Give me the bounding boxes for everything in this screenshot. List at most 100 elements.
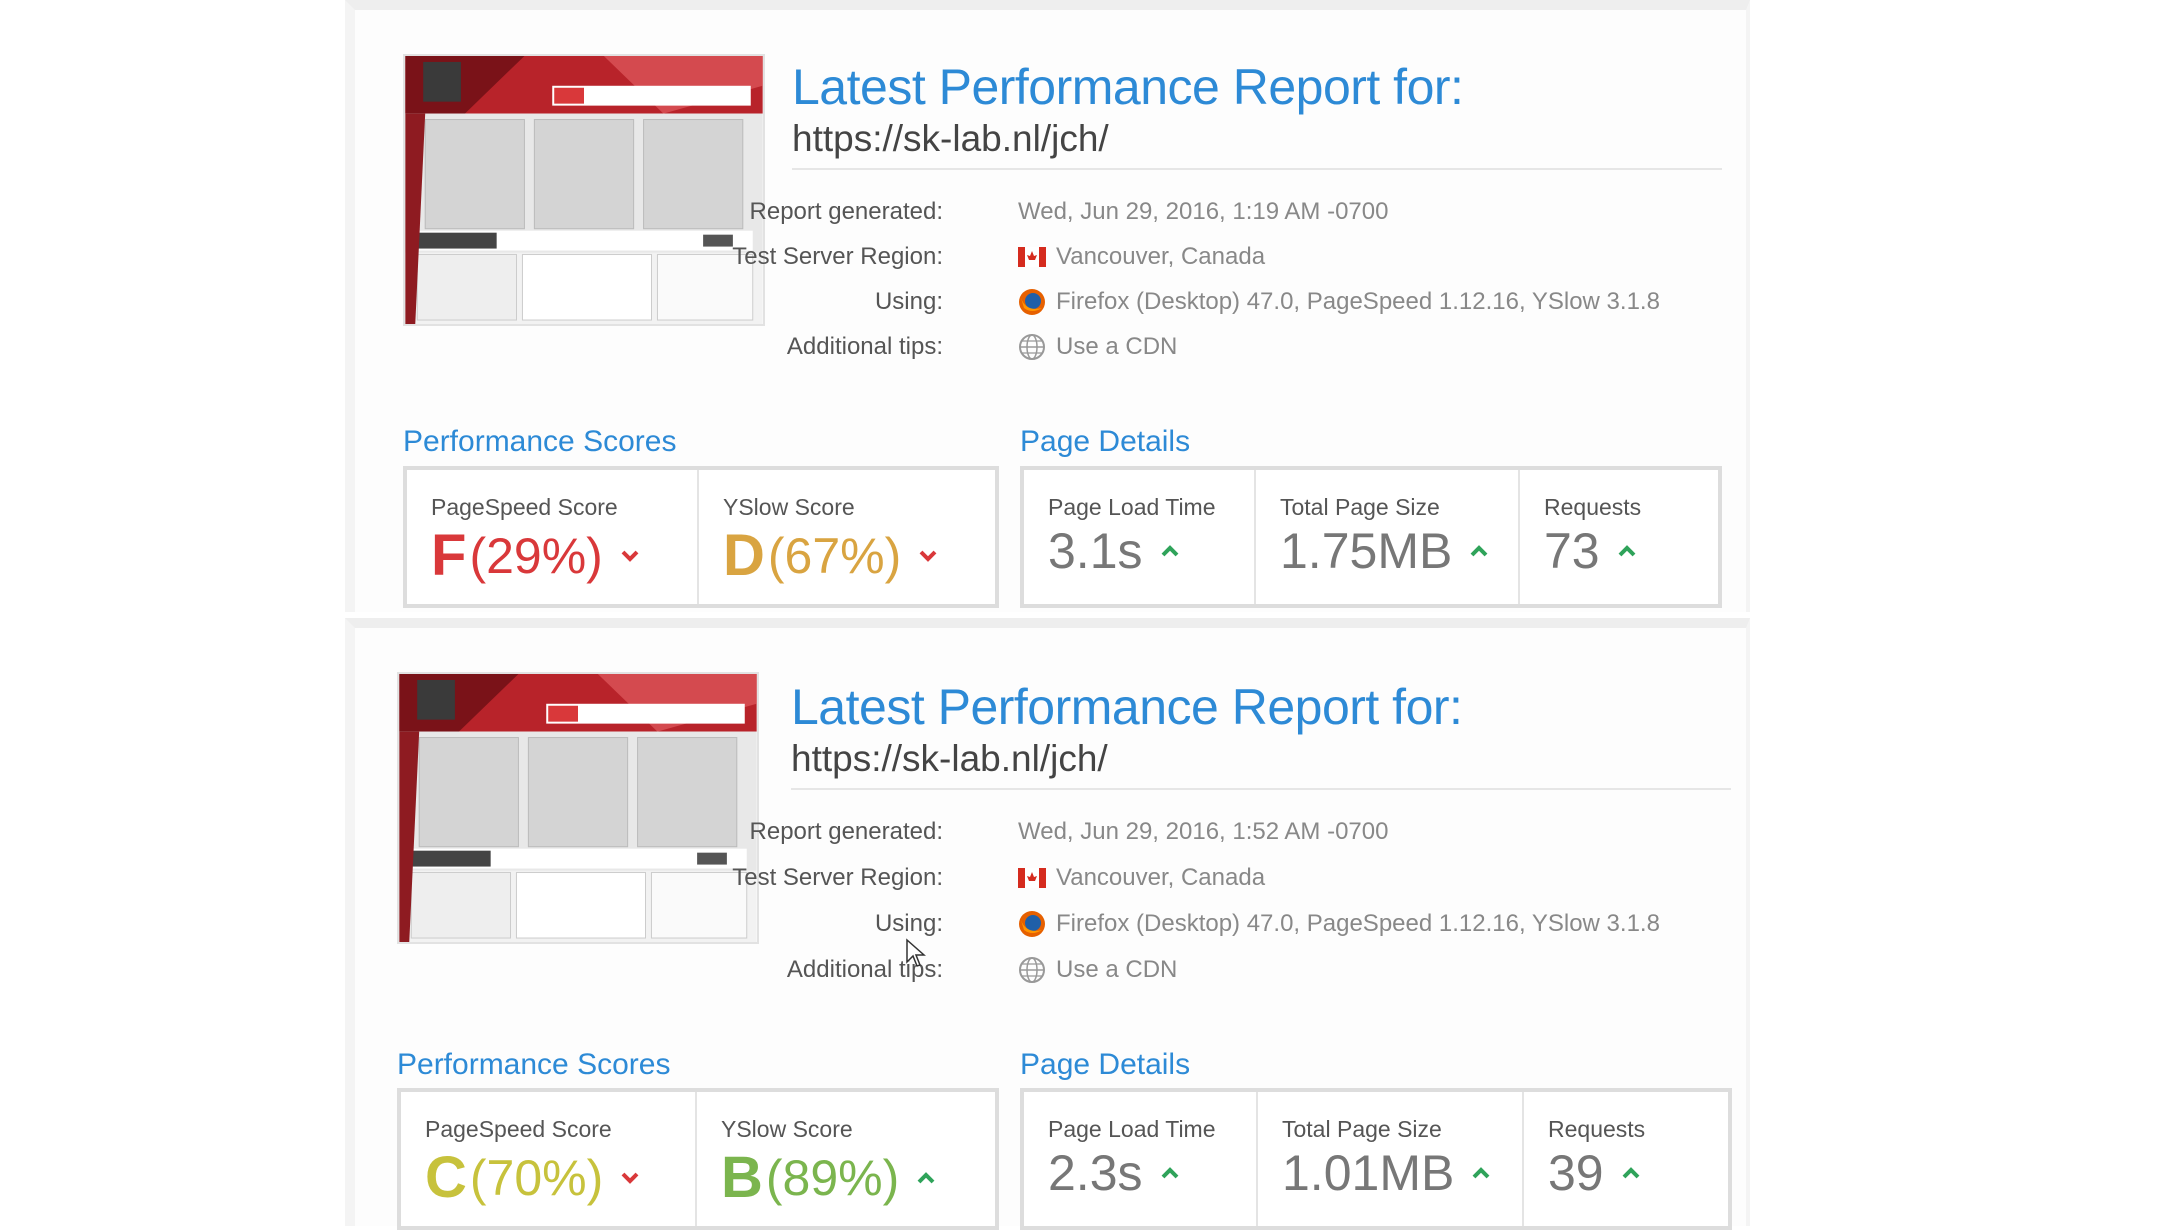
report-generated-label: Report generated: <box>749 198 943 225</box>
region-value: Vancouver, Canada <box>1018 243 1265 271</box>
page-load-time-label: Page Load Time <box>1048 1116 1216 1142</box>
page-load-time-cell[interactable]: Page Load Time 3.1s <box>1024 470 1256 604</box>
mouse-cursor-icon <box>906 938 926 967</box>
using-row: Using: Firefox (Desktop) 47.0, PageSpeed… <box>355 288 1660 328</box>
using-label: Using: <box>874 910 943 937</box>
page-load-time-cell[interactable]: Page Load Time 2.3s <box>1024 1092 1258 1226</box>
report-generated-row: Report generated: Wed, Jun 29, 2016, 1:1… <box>355 198 1655 238</box>
total-page-size: 1.75MB <box>1280 523 1453 579</box>
total-page-size: 1.01MB <box>1282 1145 1455 1201</box>
trend-up-icon <box>1472 1167 1490 1179</box>
pagespeed-score-cell[interactable]: PageSpeed Score F (29%) <box>407 470 699 604</box>
region-row: Test Server Region: Vancouver, Canada <box>355 864 1655 904</box>
divider <box>791 788 1731 790</box>
report-panel-1: Latest Performance Report for: https://s… <box>345 0 1750 612</box>
globe-icon <box>1019 334 1045 360</box>
requests-label: Requests <box>1548 1116 1646 1142</box>
total-page-size-label: Total Page Size <box>1282 1116 1442 1142</box>
requests-count: 39 <box>1548 1145 1604 1201</box>
pagespeed-grade: C <box>425 1145 467 1210</box>
pagespeed-percent: (29%) <box>469 527 603 584</box>
tips-value[interactable]: Use a CDN <box>1018 956 1177 984</box>
performance-scores-title: Performance Scores <box>397 1048 671 1081</box>
tips-text[interactable]: Use a CDN <box>1056 956 1177 984</box>
tips-value[interactable]: Use a CDN <box>1018 333 1177 361</box>
requests-cell[interactable]: Requests 73 <box>1520 470 1718 604</box>
total-page-size-cell[interactable]: Total Page Size 1.75MB <box>1256 470 1520 604</box>
region-label: Test Server Region: <box>732 243 943 270</box>
page-details-title: Page Details <box>1020 425 1191 458</box>
total-page-size-label: Total Page Size <box>1280 494 1440 520</box>
total-page-size-value: 1.75MB <box>1280 522 1492 580</box>
report-generated-label: Report generated: <box>749 818 943 845</box>
pagespeed-grade: F <box>431 523 466 588</box>
page-load-time-label: Page Load Time <box>1048 494 1216 520</box>
using-row: Using: Firefox (Desktop) 47.0, PageSpeed… <box>355 910 1660 950</box>
trend-up-icon <box>1161 545 1178 557</box>
performance-scores-box: PageSpeed Score C (70%) YSlow Score B (8… <box>397 1088 999 1230</box>
pagespeed-percent: (70%) <box>469 1149 604 1206</box>
page-load-time: 2.3s <box>1048 1145 1143 1201</box>
site-screenshot-image <box>405 56 763 324</box>
yslow-score-value: D (67%) <box>723 522 941 589</box>
pagespeed-score-value: C (70%) <box>425 1144 643 1211</box>
trend-up-icon <box>1622 1167 1640 1179</box>
region-label: Test Server Region: <box>732 864 943 891</box>
performance-scores-box: PageSpeed Score F (29%) YSlow Score D (6… <box>403 466 999 608</box>
tips-row: Additional tips: Use a CDN <box>355 333 1655 373</box>
yslow-score-cell[interactable]: YSlow Score D (67%) <box>699 470 995 604</box>
trend-up-icon <box>1618 545 1636 557</box>
performance-scores-title: Performance Scores <box>403 425 677 458</box>
divider <box>792 168 1722 170</box>
report-title: Latest Performance Report for: <box>791 679 1463 735</box>
pagespeed-score-value: F (29%) <box>431 522 643 589</box>
yslow-score-cell[interactable]: YSlow Score B (89%) <box>697 1092 995 1226</box>
requests-count: 73 <box>1544 523 1600 579</box>
report-generated-value: Wed, Jun 29, 2016, 1:19 AM -0700 <box>1018 198 1388 226</box>
yslow-score-label: YSlow Score <box>723 494 855 520</box>
page-details-title: Page Details <box>1020 1048 1191 1081</box>
trend-up-icon <box>1470 545 1488 557</box>
using-text: Firefox (Desktop) 47.0, PageSpeed 1.12.1… <box>1056 910 1660 937</box>
yslow-score-value: B (89%) <box>721 1144 939 1211</box>
region-row: Test Server Region: Vancouver, Canada <box>355 243 1655 283</box>
pagespeed-score-label: PageSpeed Score <box>425 1116 612 1142</box>
trend-down-icon <box>621 550 639 562</box>
tips-text[interactable]: Use a CDN <box>1056 333 1177 361</box>
using-value: Firefox (Desktop) 47.0, PageSpeed 1.12.1… <box>1018 288 1660 316</box>
trend-up-icon <box>1161 1167 1178 1179</box>
trend-up-icon <box>917 1171 935 1183</box>
pagespeed-score-cell[interactable]: PageSpeed Score C (70%) <box>401 1092 697 1226</box>
report-url[interactable]: https://sk-lab.nl/jch/ <box>791 738 1108 780</box>
trend-down-icon <box>919 550 937 562</box>
page-load-time-value: 3.1s <box>1048 522 1183 580</box>
total-page-size-cell[interactable]: Total Page Size 1.01MB <box>1258 1092 1524 1226</box>
region-text: Vancouver, Canada <box>1056 243 1266 270</box>
report-generated-text: Wed, Jun 29, 2016, 1:52 AM -0700 <box>1018 818 1389 845</box>
requests-label: Requests <box>1544 494 1642 520</box>
report-title: Latest Performance Report for: <box>792 59 1464 115</box>
page-details-box: Page Load Time 3.1s Total Page Size 1.75… <box>1020 466 1722 608</box>
requests-cell[interactable]: Requests 39 <box>1524 1092 1728 1226</box>
site-screenshot-thumbnail[interactable] <box>403 54 765 326</box>
requests-value: 39 <box>1548 1144 1644 1202</box>
page-load-time-value: 2.3s <box>1048 1144 1183 1202</box>
using-text: Firefox (Desktop) 47.0, PageSpeed 1.12.1… <box>1056 288 1660 315</box>
report-generated-text: Wed, Jun 29, 2016, 1:19 AM -0700 <box>1018 198 1389 225</box>
pagespeed-score-label: PageSpeed Score <box>431 494 618 520</box>
globe-icon <box>1019 957 1045 983</box>
firefox-icon <box>1019 289 1045 315</box>
yslow-score-label: YSlow Score <box>721 1116 853 1142</box>
using-label: Using: <box>874 288 943 315</box>
page-details-box: Page Load Time 2.3s Total Page Size 1.01… <box>1020 1088 1732 1230</box>
tips-label: Additional tips: <box>786 333 943 360</box>
requests-value: 73 <box>1544 522 1640 580</box>
yslow-percent: (67%) <box>767 527 902 584</box>
report-generated-row: Report generated: Wed, Jun 29, 2016, 1:5… <box>355 818 1655 858</box>
yslow-percent: (89%) <box>765 1149 900 1206</box>
region-text: Vancouver, Canada <box>1056 864 1266 891</box>
trend-down-icon <box>621 1172 639 1184</box>
report-url[interactable]: https://sk-lab.nl/jch/ <box>792 118 1109 160</box>
canada-flag-icon <box>1018 868 1046 888</box>
firefox-icon <box>1019 911 1045 937</box>
